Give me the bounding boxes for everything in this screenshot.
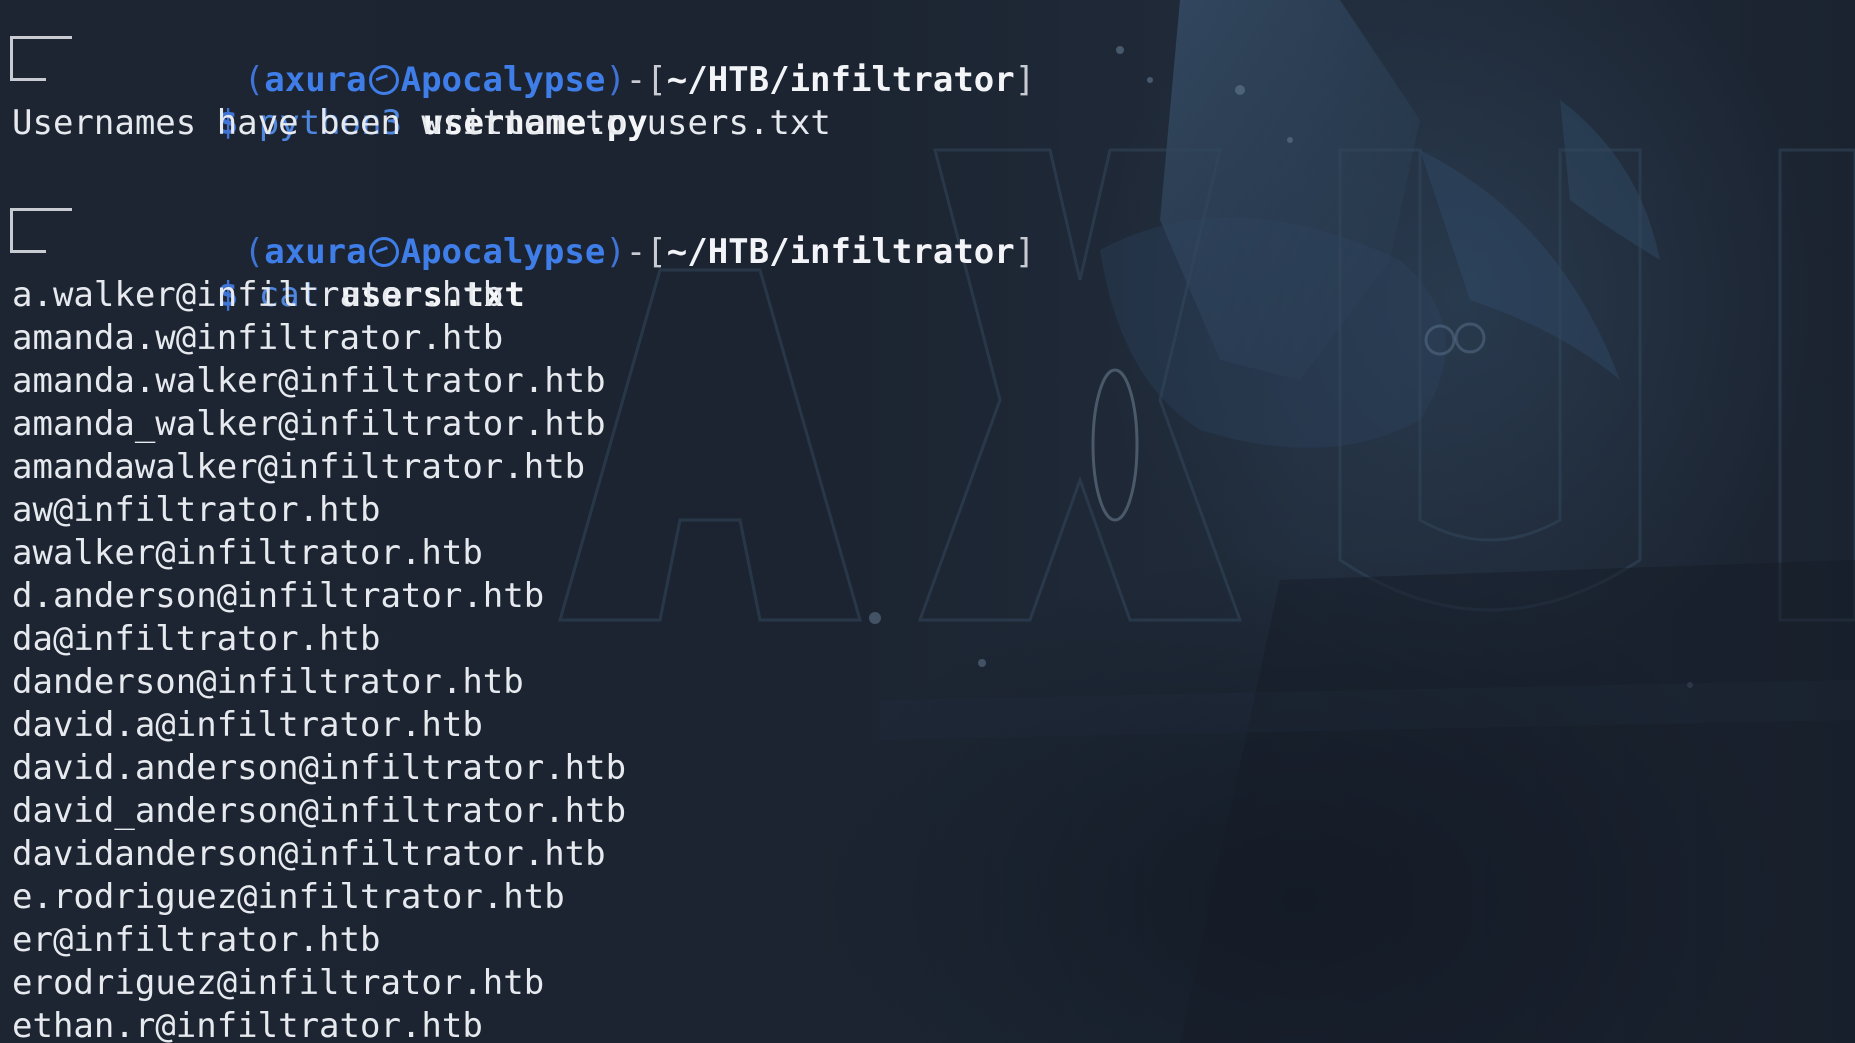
- output-line: amanda.walker@infiltrator.htb: [12, 361, 606, 401]
- output-line: aw@infiltrator.htb: [12, 490, 381, 530]
- prompt-block-1: (axura Apocalypse)-[~/HTB/infiltrator] $ …: [10, 16, 1855, 145]
- output-line: Usernames have been written to users.txt: [12, 103, 831, 143]
- prompt-line: (axura Apocalypse)-[~/HTB/infiltrator]: [10, 188, 1855, 272]
- output-line: d.anderson@infiltrator.htb: [12, 576, 545, 616]
- prompt-corner-bottom: [10, 39, 46, 81]
- output-line: danderson@infiltrator.htb: [12, 662, 524, 702]
- output-line: davidanderson@infiltrator.htb: [12, 834, 606, 874]
- output-line: david.a@infiltrator.htb: [12, 705, 483, 745]
- output-line: ethan.r@infiltrator.htb: [12, 1006, 483, 1043]
- prompt-corner-bottom: [10, 211, 46, 253]
- output-line: er@infiltrator.htb: [12, 920, 381, 960]
- command-line: $ cat users.txt: [10, 211, 1855, 315]
- command-line: $ python3 username.py: [10, 39, 1855, 143]
- terminal-output: (axura Apocalypse)-[~/HTB/infiltrator] $ …: [10, 16, 1855, 1043]
- output-line: david_anderson@infiltrator.htb: [12, 791, 627, 831]
- output-line: a.walker@infiltrator.htb: [12, 275, 504, 315]
- output-line: amandawalker@infiltrator.htb: [12, 447, 586, 487]
- prompt-block-2: (axura Apocalypse)-[~/HTB/infiltrator] $ …: [10, 188, 1855, 1043]
- output-line: amanda.w@infiltrator.htb: [12, 318, 504, 358]
- output-line: da@infiltrator.htb: [12, 619, 381, 659]
- output-line: e.rodriguez@infiltrator.htb: [12, 877, 565, 917]
- prompt-line: (axura Apocalypse)-[~/HTB/infiltrator]: [10, 16, 1855, 100]
- terminal-window[interactable]: (axura Apocalypse)-[~/HTB/infiltrator] $ …: [0, 0, 1855, 1043]
- output-line: amanda_walker@infiltrator.htb: [12, 404, 606, 444]
- output-line: erodriguez@infiltrator.htb: [12, 963, 545, 1003]
- output-line: david.anderson@infiltrator.htb: [12, 748, 627, 788]
- output-line: awalker@infiltrator.htb: [12, 533, 483, 573]
